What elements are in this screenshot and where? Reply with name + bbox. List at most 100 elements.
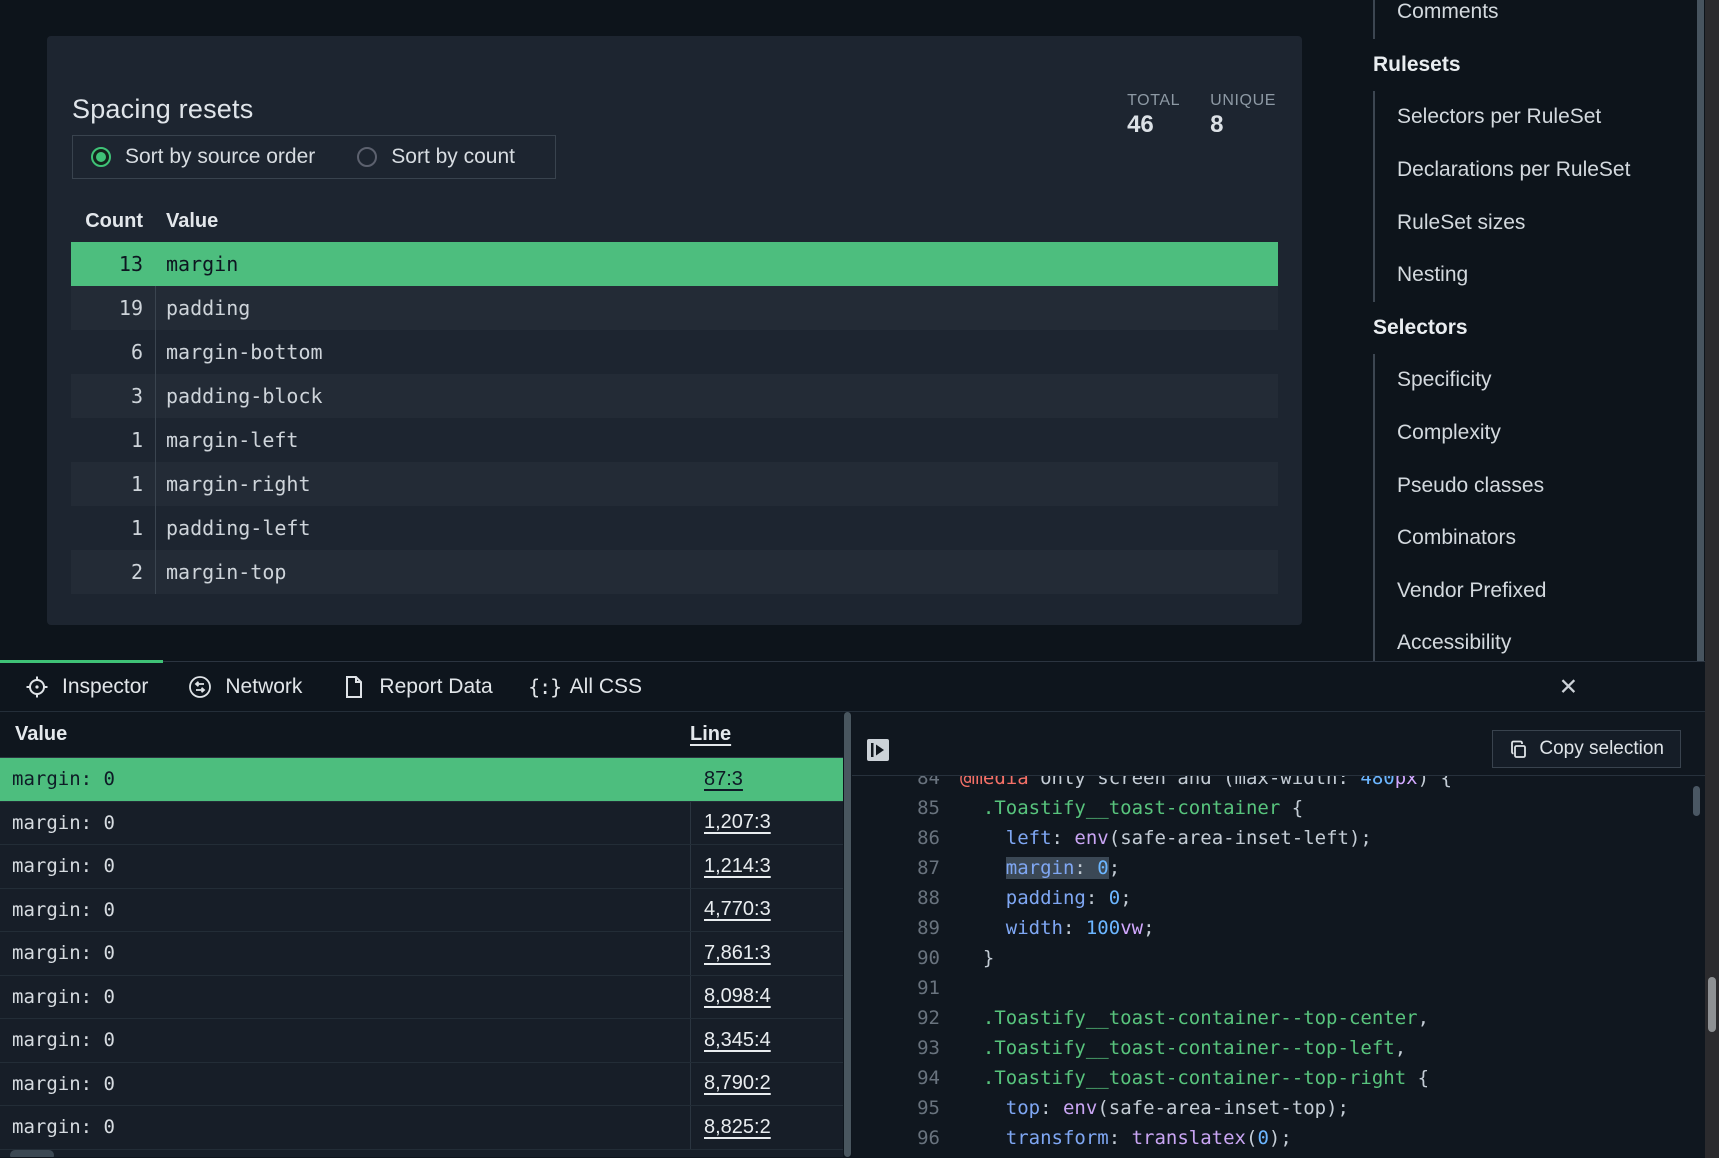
panel-toggle-icon[interactable] [867,739,889,761]
sidebar-item-pseudo-classes[interactable]: Pseudo classes [1397,459,1683,512]
spacing-table: Count Value 13margin19padding6margin-bot… [71,200,1278,594]
sidebar-group: Selectors per RuleSetDeclarations per Ru… [1373,91,1683,301]
sidebar-item-specificity[interactable]: Specificity [1397,354,1683,407]
sort-radio-group: Sort by source order Sort by count [72,135,556,179]
line-cell: 1,207:3 [690,802,843,845]
spacing-table-header: Count Value [71,200,1278,242]
radio-icon[interactable] [91,147,111,167]
line-link[interactable]: 1,207:3 [704,811,771,834]
tab-network[interactable]: Network [188,675,302,699]
sidebar-item-combinators[interactable]: Combinators [1397,512,1683,565]
line-number: 86 [852,827,940,849]
stat-unique: UNIQUE 8 [1210,92,1276,139]
code-token: width [1006,917,1063,939]
table-row[interactable]: 6margin-bottom [71,330,1278,374]
code-scrollbar-thumb[interactable] [1693,786,1700,816]
code-token [960,1097,1006,1119]
line-number: 87 [852,857,940,879]
row-count: 1 [71,462,155,506]
report-nav-sidebar: CommentsRulesetsSelectors per RuleSetDec… [1373,0,1683,670]
code-token: @media [960,776,1029,789]
stat-total-label: TOTAL [1127,92,1180,110]
sidebar-item-vendor-prefixed[interactable]: Vendor Prefixed [1397,565,1683,618]
sort-option-count[interactable]: Sort by count [357,145,515,169]
table-row[interactable]: 1padding-left [71,506,1278,550]
table-row[interactable]: margin: 04,770:3 [0,889,843,933]
line-link[interactable]: 4,770:3 [704,898,771,921]
sort-option-source-order[interactable]: Sort by source order [91,145,315,169]
sidebar-scrollbar-thumb[interactable] [1697,0,1704,661]
radio-icon[interactable] [357,147,377,167]
line-link[interactable]: 8,825:2 [704,1116,771,1139]
panel-splitter[interactable] [843,712,852,1157]
code-line: 88 padding: 0; [852,883,1705,913]
line-link[interactable]: 87:3 [704,768,743,791]
table-row[interactable]: margin: 08,825:2 [0,1106,843,1150]
declaration-value: margin: 0 [0,976,690,1019]
line-cell: 8,098:4 [690,976,843,1019]
code-token: 0 [1257,1127,1268,1149]
table-row[interactable]: 13margin [71,242,1278,286]
code-token: margin [1006,857,1075,879]
table-row[interactable]: margin: 07,861:3 [0,932,843,976]
code-token: , [1418,1007,1429,1029]
table-row[interactable]: 3padding-block [71,374,1278,418]
table-row[interactable]: margin: 01,207:3 [0,802,843,846]
row-value: margin-top [155,550,1278,594]
inspector-line-header[interactable]: Line [690,723,731,746]
copy-selection-button[interactable]: Copy selection [1492,730,1681,768]
sidebar-item-nesting[interactable]: Nesting [1397,249,1683,302]
code-text: width: 100vw; [940,917,1155,939]
code-token: transform [1006,1127,1109,1149]
code-token: .Toastify__toast-container--top-left [983,1037,1395,1059]
splitter-handle[interactable] [844,712,851,1157]
close-icon[interactable]: ✕ [1559,675,1578,698]
tab-label: Network [225,675,302,699]
code-viewer: Copy selection 84@media only screen and … [852,712,1705,1157]
table-row[interactable]: 1margin-left [71,418,1278,462]
horizontal-scrollbar-thumb[interactable] [10,1150,54,1157]
tab-label: Report Data [379,675,492,699]
table-row[interactable]: margin: 0 8,345:4 [0,1019,843,1063]
sidebar-item-ruleset-sizes[interactable]: RuleSet sizes [1397,196,1683,249]
sidebar-item-selectors-per-ruleset[interactable]: Selectors per RuleSet [1397,91,1683,144]
line-link[interactable]: 8,345:4 [704,1029,771,1052]
stat-unique-value: 8 [1210,111,1276,139]
table-row[interactable]: margin: 087:3 [0,758,843,802]
declaration-value: margin: 0 [0,1019,690,1062]
stat-unique-label: UNIQUE [1210,92,1276,110]
tab-all-css[interactable]: {:}All CSS [533,675,642,699]
table-row[interactable]: 1margin-right [71,462,1278,506]
sidebar-item-declarations-per-ruleset[interactable]: Declarations per RuleSet [1397,144,1683,197]
line-link[interactable]: 7,861:3 [704,942,771,965]
code-token: safe-area-inset-top [1109,1097,1326,1119]
window-scrollbar[interactable] [1705,0,1719,1158]
line-link[interactable]: 8,790:2 [704,1072,771,1095]
code-text: @media only screen and (max-width: 480px… [940,776,1452,789]
count-column-header: Count [71,210,155,233]
table-row[interactable]: margin: 08,790:2 [0,1063,843,1107]
row-value: padding-left [155,506,1278,550]
code-token: , [1395,1037,1406,1059]
tab-inspector[interactable]: Inspector [25,675,148,699]
document-icon [342,675,366,699]
line-link[interactable]: 1,214:3 [704,855,771,878]
line-link[interactable]: 8,098:4 [704,985,771,1008]
code-body[interactable]: 84@media only screen and (max-width: 480… [852,776,1705,1157]
line-cell: 7,861:3 [690,932,843,975]
inspector-table-header: Value Line [0,712,843,758]
row-value: padding [155,286,1278,330]
code-token [960,827,1006,849]
sidebar-item-comments[interactable]: Comments [1397,0,1683,39]
table-row[interactable]: 19padding [71,286,1278,330]
window-scrollbar-thumb[interactable] [1708,977,1716,1032]
table-row[interactable]: margin: 0 8,098:4 [0,976,843,1020]
tab-report-data[interactable]: Report Data [342,675,492,699]
line-number: 85 [852,797,940,819]
sidebar-section-selectors: Selectors [1373,302,1683,355]
table-row[interactable]: 2margin-top [71,550,1278,594]
row-value: margin-right [155,462,1278,506]
code-token [960,797,983,819]
sidebar-item-complexity[interactable]: Complexity [1397,407,1683,460]
table-row[interactable]: margin: 01,214:3 [0,845,843,889]
